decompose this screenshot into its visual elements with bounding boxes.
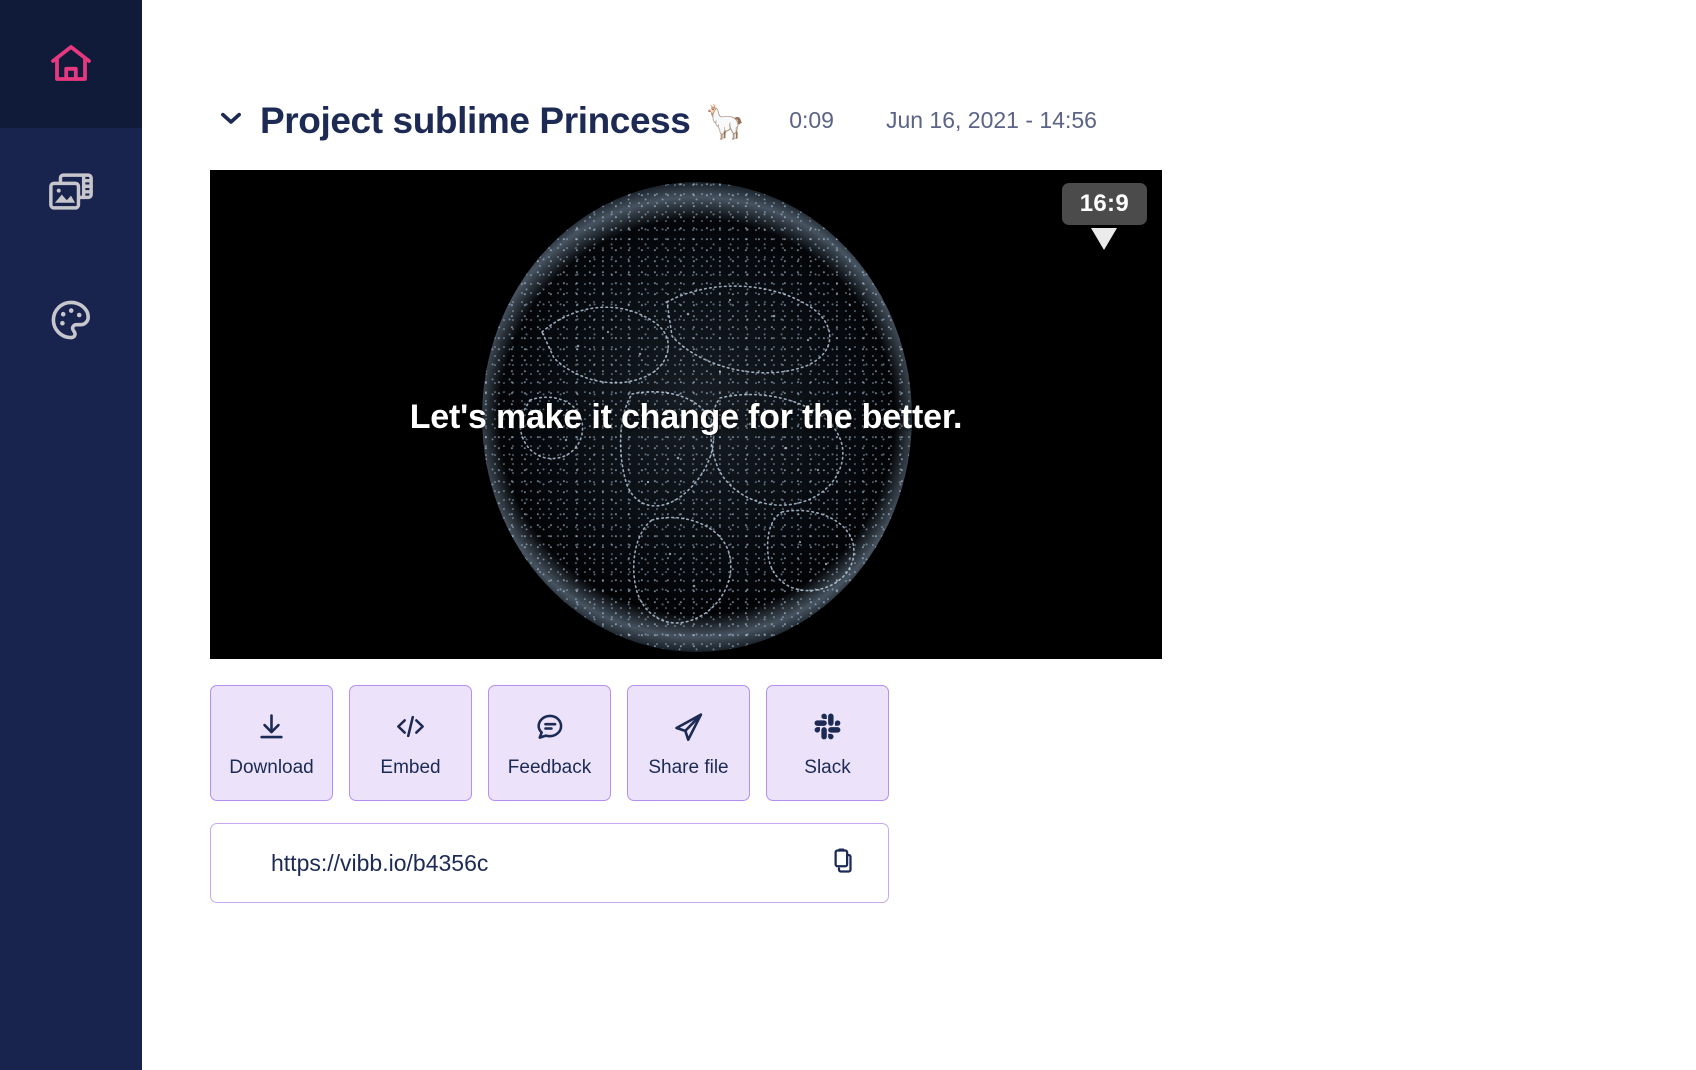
- download-icon: [256, 710, 287, 744]
- video-date: Jun 16, 2021 - 14:56: [885, 106, 1097, 133]
- sidebar-item-branding[interactable]: [0, 256, 142, 384]
- page-title: Project sublime Princess 🦙: [260, 99, 746, 141]
- project-header: Project sublime Princess 🦙 0:09 Jun 16, 2…: [210, 88, 1696, 152]
- video-duration: 0:09: [789, 106, 834, 133]
- share-file-button[interactable]: Share file: [627, 685, 750, 801]
- media-library-icon: [46, 169, 96, 215]
- app-root: Project sublime Princess 🦙 0:09 Jun 16, 2…: [0, 0, 1696, 1070]
- feedback-button[interactable]: Feedback: [488, 685, 611, 801]
- slack-button-label: Slack: [804, 756, 851, 778]
- aspect-ratio-badge[interactable]: 16:9: [1061, 183, 1147, 226]
- code-icon: [394, 710, 427, 744]
- action-button-row: Download Embed Feedback Share file Slack: [210, 685, 1696, 801]
- slack-button[interactable]: Slack: [766, 685, 889, 801]
- share-file-button-label: Share file: [648, 756, 729, 778]
- content-column: Project sublime Princess 🦙 0:09 Jun 16, 2…: [142, 0, 1696, 903]
- chevron-down-icon: [216, 103, 246, 138]
- comment-icon: [534, 710, 566, 744]
- sidebar-item-media[interactable]: [0, 128, 142, 256]
- copy-icon: [827, 846, 857, 881]
- share-link-url: https://vibb.io/b4356c: [271, 849, 489, 876]
- share-link-field[interactable]: https://vibb.io/b4356c: [210, 823, 889, 903]
- embed-button[interactable]: Embed: [349, 685, 472, 801]
- main-content: Project sublime Princess 🦙 0:09 Jun 16, 2…: [142, 0, 1696, 1070]
- aspect-ratio-pointer: [1091, 228, 1117, 250]
- video-frame: Let's make it change for the better.: [210, 170, 1162, 659]
- project-title-text: Project sublime Princess: [260, 99, 691, 141]
- home-icon: [45, 40, 97, 88]
- project-emoji: 🦙: [704, 102, 746, 140]
- copy-link-button[interactable]: [822, 843, 862, 883]
- download-button-label: Download: [229, 756, 314, 778]
- embed-button-label: Embed: [380, 756, 441, 778]
- slack-icon: [812, 710, 843, 744]
- download-button[interactable]: Download: [210, 685, 333, 801]
- sidebar-item-home[interactable]: [0, 0, 142, 128]
- video-player[interactable]: Let's make it change for the better. 16:…: [210, 170, 1162, 659]
- sidebar: [0, 0, 142, 1070]
- collapse-toggle-button[interactable]: [210, 99, 252, 141]
- send-icon: [672, 710, 705, 744]
- palette-icon: [46, 296, 96, 344]
- video-caption: Let's make it change for the better.: [409, 398, 963, 436]
- feedback-button-label: Feedback: [507, 756, 592, 778]
